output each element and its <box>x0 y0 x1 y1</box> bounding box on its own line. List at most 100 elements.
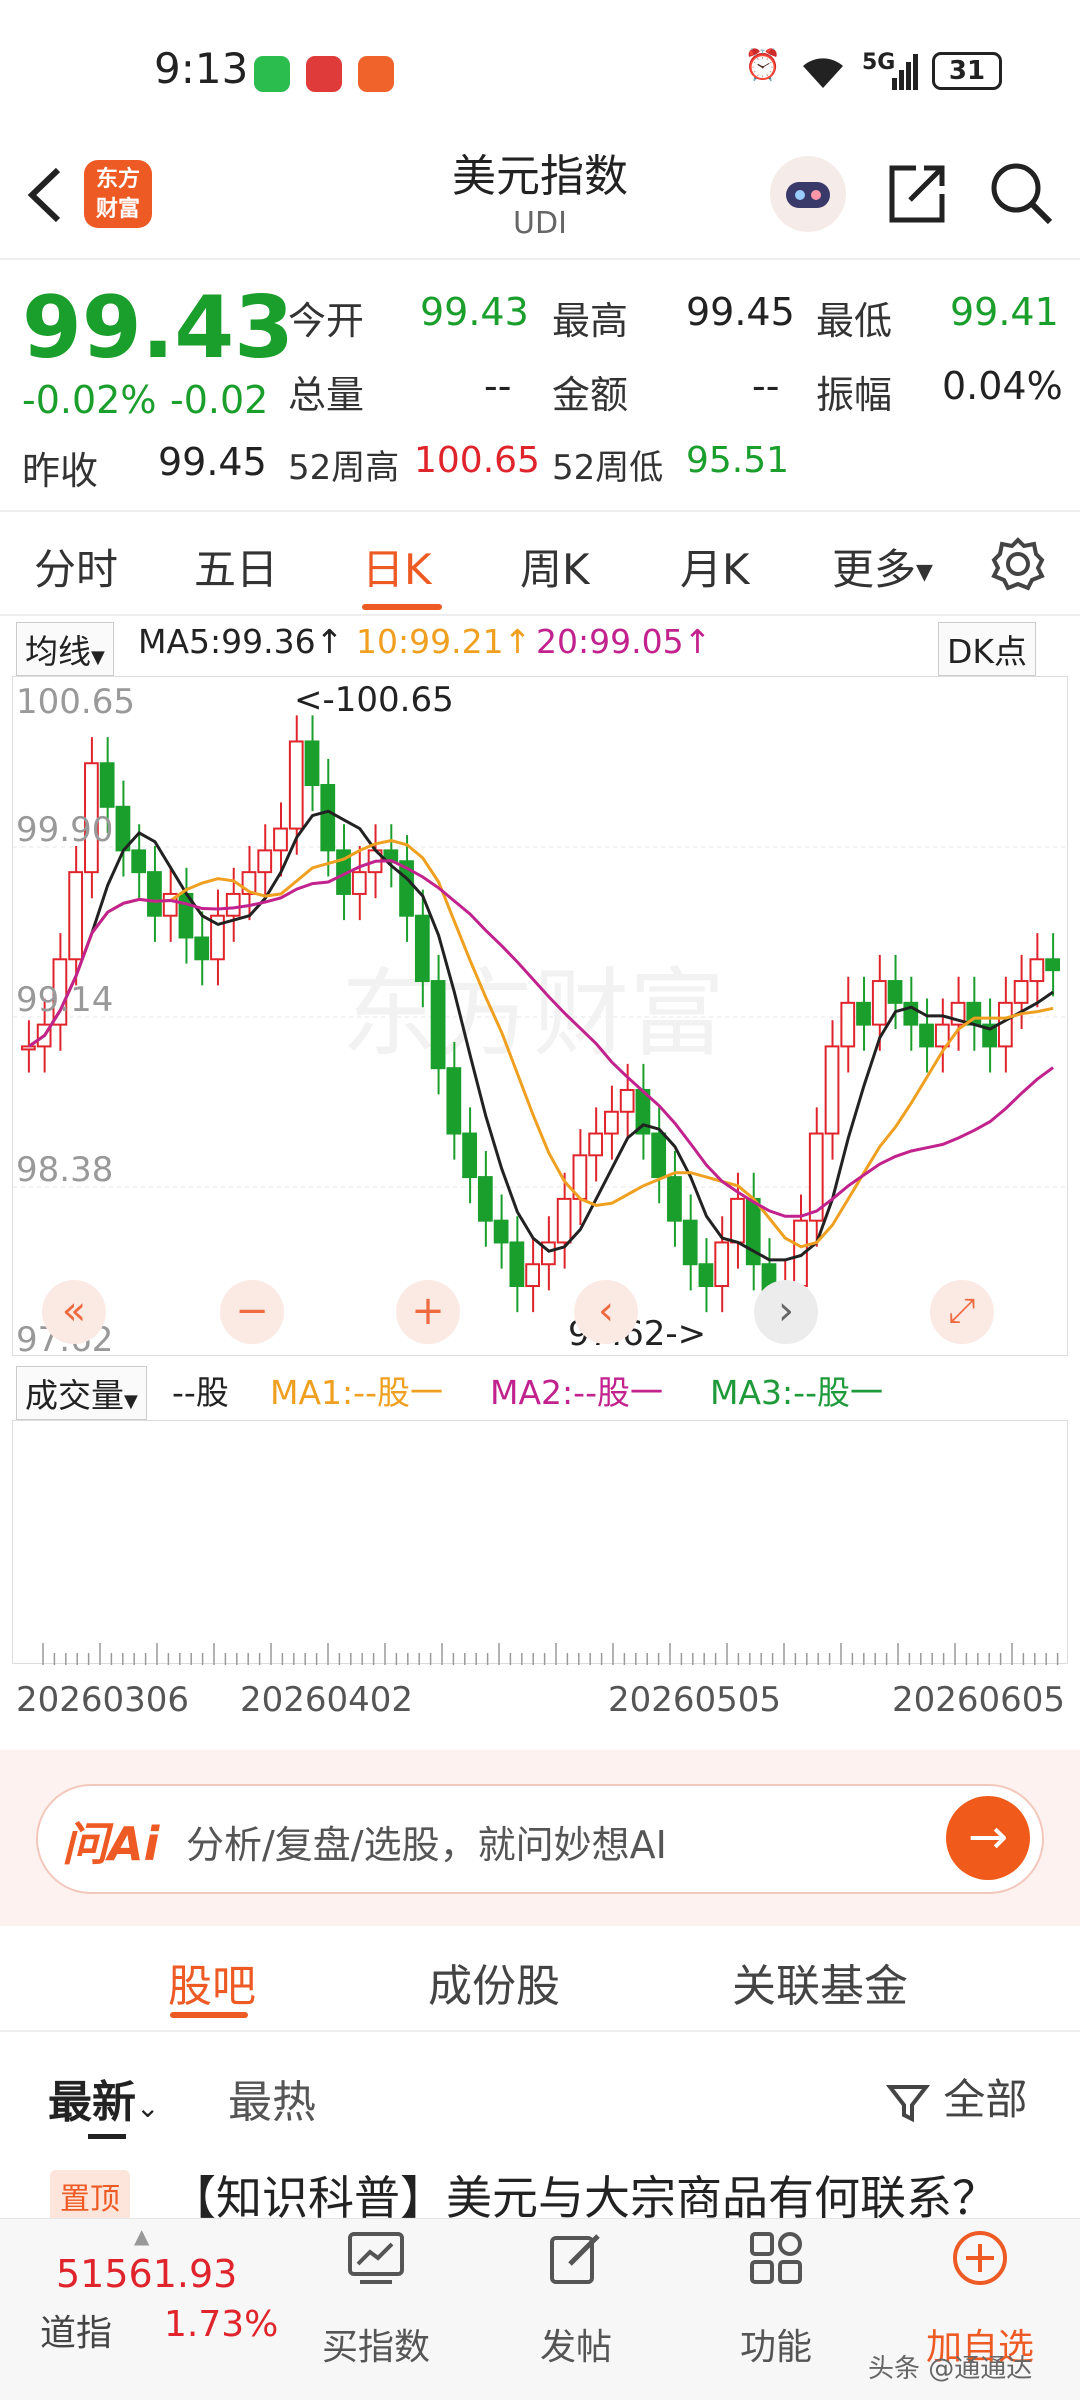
gear-icon[interactable] <box>990 536 1046 596</box>
nav-post[interactable]: 发帖 <box>496 2318 656 2370</box>
tab-more[interactable]: 更多▼ <box>832 536 933 597</box>
network-type: 5G <box>862 50 896 75</box>
ai-logo: 问Ai <box>62 1817 160 1871</box>
candle-body <box>556 1197 572 1244</box>
candle-body <box>147 871 162 917</box>
candle-body <box>588 1132 604 1157</box>
caret-down-icon: ▼ <box>916 560 933 585</box>
tab-more-label: 更多 <box>832 545 917 594</box>
low-label: 最低 <box>816 299 893 343</box>
community-divider <box>0 2030 1080 2032</box>
scroll-left-fast-button[interactable]: « <box>42 1280 106 1344</box>
sort-latest-label: 最新 <box>48 2077 136 2128</box>
double-chevron-left-icon: « <box>61 1288 87 1334</box>
share-icon[interactable] <box>886 160 948 230</box>
nav-functions[interactable]: 功能 <box>696 2318 856 2370</box>
tab-related-funds[interactable]: 关联基金 <box>732 1950 908 2014</box>
ai-robot-icon[interactable] <box>770 156 846 232</box>
x-label-2: 20260402 <box>240 1680 414 1720</box>
volume-ma3: MA3:--股一 <box>710 1373 883 1412</box>
arrow-right-icon: → <box>967 1809 1009 1865</box>
candle-body <box>919 1023 934 1048</box>
volume-chart[interactable] <box>12 1420 1068 1665</box>
minus-icon: − <box>235 1288 269 1334</box>
w52-low-label: 52周低 <box>552 448 664 488</box>
amount-value: -- <box>752 364 780 408</box>
candle-body <box>887 980 903 1004</box>
candle-body <box>320 784 336 852</box>
expand-icon: ⤢ <box>948 1291 976 1331</box>
candle-body <box>493 1219 509 1244</box>
tab-daily-k[interactable]: 日K <box>362 536 432 597</box>
sort-hot[interactable]: 最热 <box>228 2066 316 2130</box>
ma5-readout: MA5:99.36↑ <box>138 622 344 661</box>
scroll-right-button[interactable]: › <box>754 1280 818 1344</box>
ma-selector[interactable]: 均线▼ <box>16 622 114 676</box>
caret-up-icon: ▲ <box>134 2224 150 2248</box>
candle-body <box>273 827 288 852</box>
max-annotation: <-100.65 <box>294 680 454 720</box>
volume-ma1: MA1:--股一 <box>270 1373 443 1412</box>
volume-selector[interactable]: 成交量▼ <box>16 1366 147 1420</box>
caret-down-icon: ▼ <box>124 1391 138 1412</box>
wechat-icon <box>254 56 290 92</box>
open-label: 今开 <box>288 299 365 343</box>
zoom-in-button[interactable]: + <box>396 1280 460 1344</box>
edit-icon <box>496 2228 656 2301</box>
candle-body <box>840 1001 856 1048</box>
candle-body <box>667 1176 682 1222</box>
candle-body <box>225 892 241 917</box>
y-label-2: 99.90 <box>16 810 114 850</box>
x-label-1: 20260306 <box>16 1680 190 1720</box>
amplitude-value: 0.04% <box>942 364 1063 408</box>
wifi-icon <box>800 56 846 94</box>
alarm-icon: ⏰ <box>744 48 782 83</box>
kline-chart[interactable]: 东方财富 <box>12 676 1069 1356</box>
candle-body <box>462 1132 477 1179</box>
caret-down-icon: ▼ <box>91 647 105 668</box>
candle-body <box>99 762 115 808</box>
corner-watermark: 头条 @通通达 <box>868 2354 1033 2384</box>
ai-placeholder[interactable]: 分析/复盘/选股，就问妙想AI <box>186 1814 667 1869</box>
sort-latest[interactable]: 最新⌄ <box>48 2066 159 2130</box>
candle-body <box>1045 958 1061 972</box>
header-divider <box>0 258 1080 260</box>
tab-intraday[interactable]: 分时 <box>34 536 118 597</box>
chart-watermark: 东方财富 <box>341 961 725 1068</box>
nav-buy-index[interactable]: 买指数 <box>296 2318 456 2370</box>
tab-constituents[interactable]: 成份股 <box>428 1950 560 2014</box>
open-value: 99.43 <box>420 290 529 334</box>
status-time: 9:13 <box>154 44 249 93</box>
chevron-right-icon: › <box>778 1288 794 1334</box>
candle-body <box>430 980 446 1070</box>
tab-five-day[interactable]: 五日 <box>194 536 278 597</box>
x-label-3: 20260505 <box>608 1680 782 1720</box>
dk-points-button[interactable]: DK点 <box>938 622 1037 676</box>
tabs-divider <box>0 614 1080 616</box>
community-tab-indicator <box>170 2012 248 2018</box>
candle-body <box>871 980 887 1026</box>
scroll-left-button[interactable]: ‹ <box>574 1280 638 1344</box>
current-price: 99.43 <box>22 278 295 378</box>
ai-submit-button[interactable]: → <box>946 1796 1030 1880</box>
candle-body <box>730 1197 745 1244</box>
y-label-4: 98.38 <box>16 1150 114 1190</box>
volume-ma2: MA2:--股一 <box>490 1373 663 1412</box>
fullscreen-button[interactable]: ⤢ <box>930 1280 994 1344</box>
filter-all-button[interactable]: 全部 <box>885 2066 1028 2127</box>
filter-icon <box>885 2084 931 2122</box>
search-icon[interactable] <box>988 160 1054 230</box>
tab-weekly-k[interactable]: 周K <box>520 536 590 597</box>
amount-label: 金额 <box>552 373 629 417</box>
plus-icon: + <box>411 1288 445 1334</box>
change-percent: -0.02% <box>22 378 157 422</box>
zoom-out-button[interactable]: − <box>220 1280 284 1344</box>
ma-selector-label: 均线 <box>25 632 91 671</box>
candle-body <box>651 1132 667 1179</box>
tab-guba[interactable]: 股吧 <box>168 1950 256 2014</box>
candle-body <box>351 871 367 895</box>
tab-monthly-k[interactable]: 月K <box>680 536 750 597</box>
filter-all-label: 全部 <box>943 2075 1028 2124</box>
volume-label: 总量 <box>288 373 365 417</box>
index-ticker[interactable]: 51561.93 <box>56 2252 237 2296</box>
